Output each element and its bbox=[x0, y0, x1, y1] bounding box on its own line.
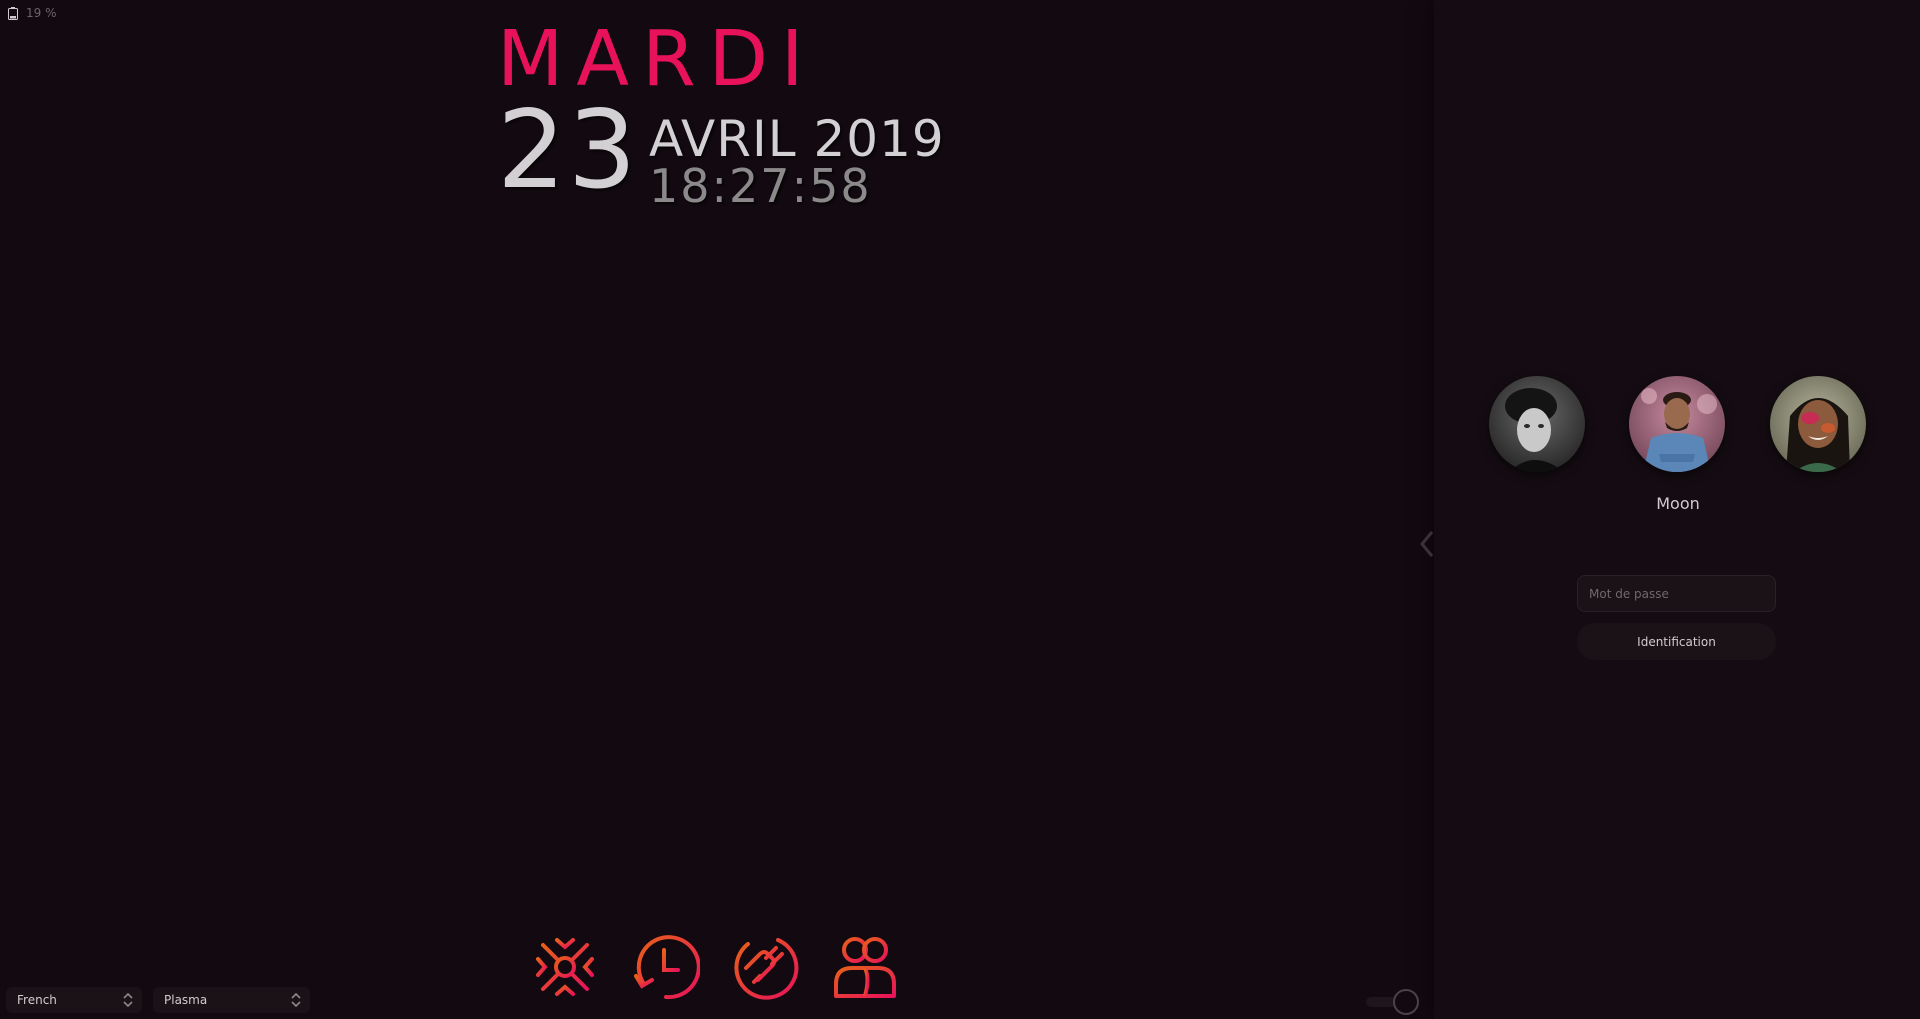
shutdown-button[interactable] bbox=[730, 932, 800, 1002]
snowflake-icon bbox=[532, 934, 598, 1000]
selected-user-name: Moon bbox=[1656, 494, 1700, 513]
time: 18:27:58 bbox=[649, 159, 872, 213]
power-actions bbox=[530, 932, 910, 1002]
battery-icon bbox=[8, 6, 18, 20]
password-input[interactable] bbox=[1577, 575, 1776, 612]
clock: MARDI 23 AVRIL 2019 18:27:58 bbox=[497, 14, 1017, 213]
power-plug-icon bbox=[734, 938, 799, 1000]
login-screen: 19 % MARDI 23 AVRIL 2019 18:27:58 Moon I… bbox=[0, 0, 1920, 1019]
chevron-left-icon bbox=[1420, 531, 1434, 557]
hibernate-button[interactable] bbox=[630, 932, 701, 1002]
suspend-button[interactable] bbox=[530, 932, 600, 1002]
keyboard-layout-value: French bbox=[17, 993, 57, 1007]
keyboard-layout-select[interactable]: French bbox=[6, 987, 142, 1013]
session-select[interactable]: Plasma bbox=[153, 987, 310, 1013]
login-button[interactable]: Identification bbox=[1577, 623, 1776, 660]
day-number: 23 bbox=[497, 88, 639, 213]
battery-indicator: 19 % bbox=[8, 6, 57, 20]
updown-chevron-icon bbox=[123, 992, 133, 1008]
user-avatar-3[interactable] bbox=[1770, 376, 1866, 472]
panel-collapse-handle[interactable] bbox=[1418, 530, 1434, 558]
battery-percent: 19 % bbox=[26, 6, 57, 20]
clock-restart-icon bbox=[634, 935, 701, 1000]
switch-user-button[interactable] bbox=[830, 932, 900, 1002]
user-list bbox=[1487, 376, 1867, 476]
user-avatar-1[interactable] bbox=[1489, 376, 1585, 472]
session-value: Plasma bbox=[164, 993, 208, 1007]
users-icon bbox=[834, 937, 896, 998]
updown-chevron-icon bbox=[291, 992, 301, 1008]
user-avatar-moon[interactable] bbox=[1629, 376, 1725, 472]
virtual-keyboard-toggle[interactable] bbox=[1364, 988, 1422, 1016]
